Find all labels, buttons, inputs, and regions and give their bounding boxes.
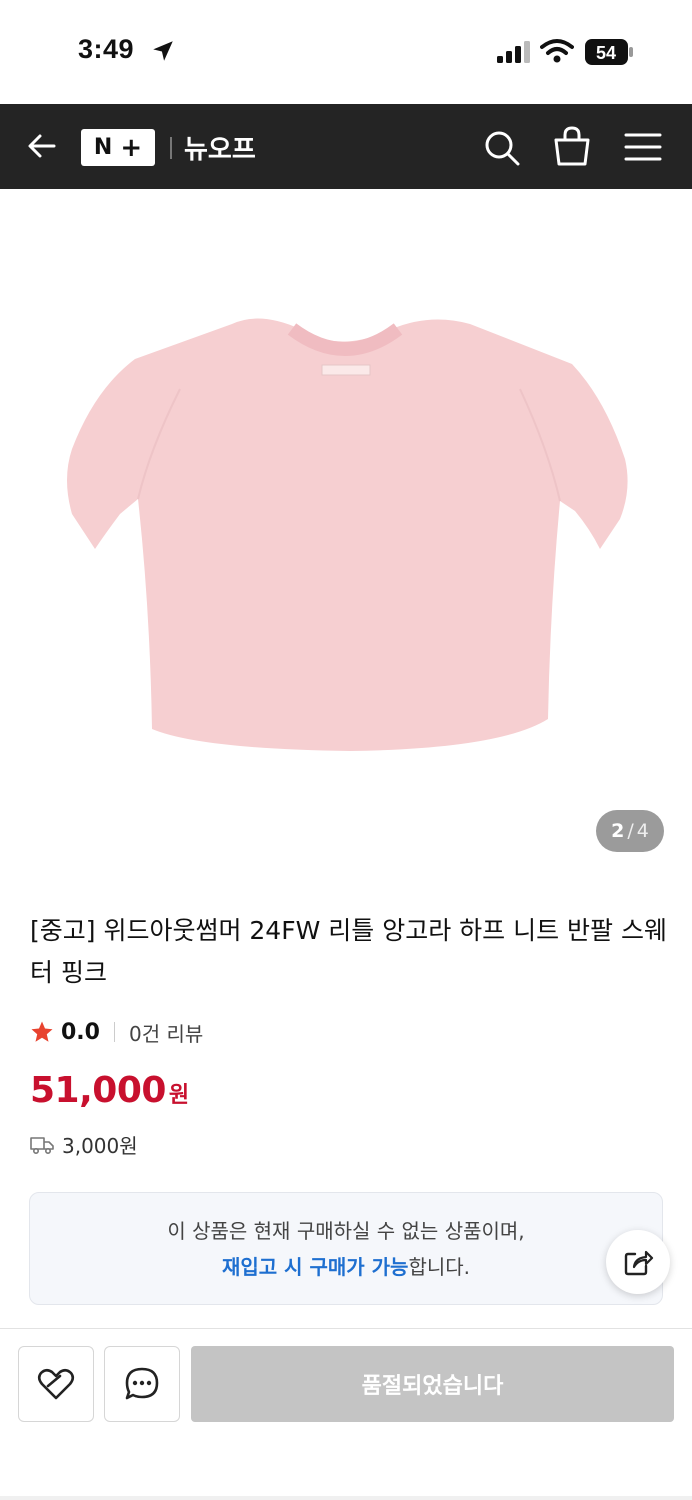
- signal-icon: [497, 41, 530, 63]
- notice-line-2: 재입고 시 구매가 가능합니다.: [30, 1251, 662, 1280]
- delivery-truck-icon: [30, 1136, 54, 1154]
- price-unit: 원: [168, 1083, 190, 1108]
- location-arrow-icon: [153, 41, 173, 61]
- sweater-body: [67, 318, 628, 751]
- product-photo: [67, 318, 628, 751]
- restock-highlight: 재입고 시 구매가 가능: [221, 1255, 409, 1279]
- image-index-separator: /: [627, 820, 634, 842]
- share-button[interactable]: [606, 1230, 670, 1294]
- menu-icon[interactable]: [624, 130, 662, 164]
- store-name[interactable]: 뉴오프: [184, 129, 256, 166]
- logo-plus: +: [120, 132, 143, 163]
- clothing-tag: [321, 364, 371, 376]
- product-image-gallery[interactable]: [0, 189, 692, 874]
- share-icon: [624, 1250, 654, 1276]
- rating-summary[interactable]: 0.0 0건 리뷰: [30, 1016, 203, 1048]
- wifi-icon: [540, 39, 574, 63]
- brand-logo[interactable]: N +: [81, 129, 155, 166]
- home-indicator: [0, 1496, 692, 1500]
- shopping-bag-icon[interactable]: [552, 124, 592, 168]
- wishlist-button[interactable]: [18, 1346, 94, 1422]
- bottom-bar-divider: [0, 1328, 692, 1329]
- shipping-info: 3,000원: [30, 1130, 138, 1159]
- review-count-link[interactable]: 0건 리뷰: [129, 1018, 203, 1047]
- price-amount: 51,000: [30, 1070, 166, 1111]
- top-navigation-bar: N + 뉴오프: [0, 104, 692, 189]
- header-divider: [170, 137, 172, 159]
- status-time: 3:49: [78, 34, 135, 64]
- rating-divider: [113, 1022, 115, 1042]
- search-icon[interactable]: [482, 128, 522, 168]
- shipping-fee: 3,000원: [62, 1134, 138, 1158]
- image-total-count: 4: [636, 820, 649, 842]
- logo-letter: N: [93, 135, 113, 160]
- back-arrow-icon[interactable]: [24, 128, 60, 164]
- image-current-index: 2: [611, 820, 625, 842]
- chat-button[interactable]: [104, 1346, 180, 1422]
- product-title: [중고] 위드아웃썸머 24FW 리틀 앙고라 하프 니트 반팔 스웨터 핑크: [30, 916, 667, 987]
- notice-line-2-rest: 합니다.: [408, 1255, 471, 1279]
- image-page-indicator: 2 / 4: [596, 810, 664, 852]
- star-icon: [31, 1021, 53, 1042]
- chat-icon: [125, 1367, 159, 1400]
- unavailable-notice: 이 상품은 현재 구매하실 수 없는 상품이며, 재입고 시 구매가 가능합니다…: [29, 1192, 663, 1305]
- heart-icon: [37, 1368, 75, 1400]
- price: 51,000 원: [30, 1070, 189, 1111]
- notice-line-1: 이 상품은 현재 구매하실 수 없는 상품이며,: [167, 1219, 525, 1243]
- status-bar: 3:49 54: [0, 0, 692, 104]
- battery-level: 54: [596, 43, 616, 63]
- sweater-collar: [287, 323, 403, 356]
- battery-icon: 54: [585, 39, 633, 65]
- sold-out-button[interactable]: 품절되었습니다: [191, 1346, 674, 1422]
- rating-score: 0.0: [61, 1019, 100, 1045]
